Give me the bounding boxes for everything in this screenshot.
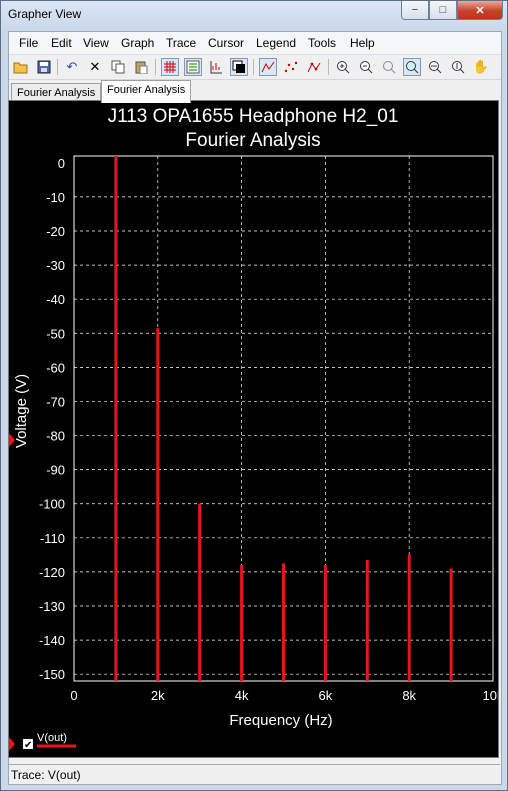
tab-strip: Fourier Analysis Fourier Analysis — [9, 80, 501, 103]
plot-area[interactable]: J113 OPA1655 Headphone H2_01 Fourier Ana… — [8, 100, 504, 758]
invert-colors-icon[interactable] — [230, 58, 248, 76]
chart-subtitle: Fourier Analysis — [185, 130, 320, 151]
pan-icon[interactable]: ✋ — [472, 58, 490, 76]
cut-icon[interactable]: ✕ — [86, 58, 104, 76]
save-icon[interactable] — [35, 58, 53, 76]
title-bar[interactable]: Grapher View − □ ✕ — [1, 1, 507, 29]
spectrum-bar — [114, 156, 118, 681]
tab-fourier-analysis-2[interactable]: Fourier Analysis — [101, 80, 192, 103]
fourier-chart: J113 OPA1655 Headphone H2_01 Fourier Ana… — [9, 106, 504, 751]
spectrum-bar — [240, 565, 244, 681]
x-tick-label: 0 — [70, 688, 77, 703]
zoom-in-icon[interactable] — [334, 58, 352, 76]
legend-icon[interactable] — [184, 58, 202, 76]
zoom-full-icon[interactable] — [380, 58, 398, 76]
spectrum-bar — [198, 503, 202, 681]
grid-icon[interactable] — [161, 58, 179, 76]
copy-icon[interactable] — [109, 58, 127, 76]
y-axis-label: Voltage (V) — [13, 374, 30, 448]
y-tick-label: -130 — [39, 599, 65, 614]
open-icon[interactable] — [12, 58, 30, 76]
x-axis-label: Frequency (Hz) — [229, 712, 332, 729]
y-tick-label: -30 — [46, 258, 65, 273]
menu-trace[interactable]: Trace — [166, 36, 196, 50]
y-tick-label: -80 — [46, 429, 65, 444]
line-dot-plot-icon[interactable] — [305, 58, 323, 76]
zoom-area-icon[interactable] — [403, 58, 421, 76]
y-tick-label: -150 — [39, 667, 65, 682]
menu-graph[interactable]: Graph — [121, 36, 154, 50]
menu-cursor[interactable]: Cursor — [208, 36, 244, 50]
paste-icon[interactable] — [132, 58, 150, 76]
y-tick-label: -140 — [39, 633, 65, 648]
zoom-out-icon[interactable] — [357, 58, 375, 76]
y-tick-label: -10 — [46, 190, 65, 205]
toolbar: ↶ ✕ ✋ — [9, 55, 501, 80]
close-button[interactable]: ✕ — [457, 1, 503, 20]
menu-view[interactable]: View — [83, 36, 109, 50]
y-tick-label: -70 — [46, 394, 65, 409]
chart-title: J113 OPA1655 Headphone H2_01 — [108, 106, 399, 127]
x-tick-label: 2k — [151, 688, 165, 703]
x-tick-label: 8k — [402, 688, 416, 703]
window-title: Grapher View — [8, 7, 82, 21]
line-plot-icon[interactable] — [259, 58, 277, 76]
menu-legend[interactable]: Legend — [256, 36, 296, 50]
menu-tools[interactable]: Tools — [308, 36, 336, 50]
spectrum-bar — [365, 559, 369, 681]
spectrum-bar — [449, 568, 453, 681]
y-tick-label: -120 — [39, 565, 65, 580]
minimize-button[interactable]: − — [401, 1, 429, 20]
menu-file[interactable]: File — [19, 36, 38, 50]
dot-plot-icon[interactable] — [282, 58, 300, 76]
y-tick-label: -90 — [46, 463, 65, 478]
y-tick-label: -20 — [46, 224, 65, 239]
spectrum-bar — [156, 328, 160, 681]
y-tick-label: -40 — [46, 292, 65, 307]
zoom-x-icon[interactable] — [426, 58, 444, 76]
axis-icon[interactable] — [207, 58, 225, 76]
y-tick-label: 0 — [58, 156, 65, 171]
spectrum-bar — [407, 554, 411, 681]
y-tick-label: -110 — [40, 531, 65, 546]
menu-bar: File Edit View Graph Trace Cursor Legend… — [9, 32, 501, 55]
y-tick-label: -100 — [39, 497, 65, 512]
spectrum-bar — [282, 563, 285, 681]
legend-label: V(out) — [37, 732, 67, 744]
y-tick-label: -50 — [46, 326, 65, 341]
y-tick-label: -60 — [46, 360, 65, 375]
grapher-window: Grapher View − □ ✕ File Edit View Graph … — [0, 0, 508, 791]
menu-help[interactable]: Help — [350, 36, 375, 50]
x-tick-label: 4k — [235, 688, 249, 703]
spectrum-bar — [323, 565, 327, 681]
legend-marker-icon — [9, 737, 15, 751]
zoom-y-icon[interactable] — [449, 58, 467, 76]
x-tick-label: 6k — [319, 688, 333, 703]
maximize-button[interactable]: □ — [429, 1, 457, 20]
undo-icon[interactable]: ↶ — [63, 58, 81, 76]
status-bar: Trace: V(out) — [8, 764, 500, 785]
menu-edit[interactable]: Edit — [51, 36, 72, 50]
status-text: Trace: V(out) — [11, 768, 81, 782]
x-tick-label: 10k — [483, 688, 498, 703]
legend-check-icon: ✔ — [24, 740, 32, 751]
